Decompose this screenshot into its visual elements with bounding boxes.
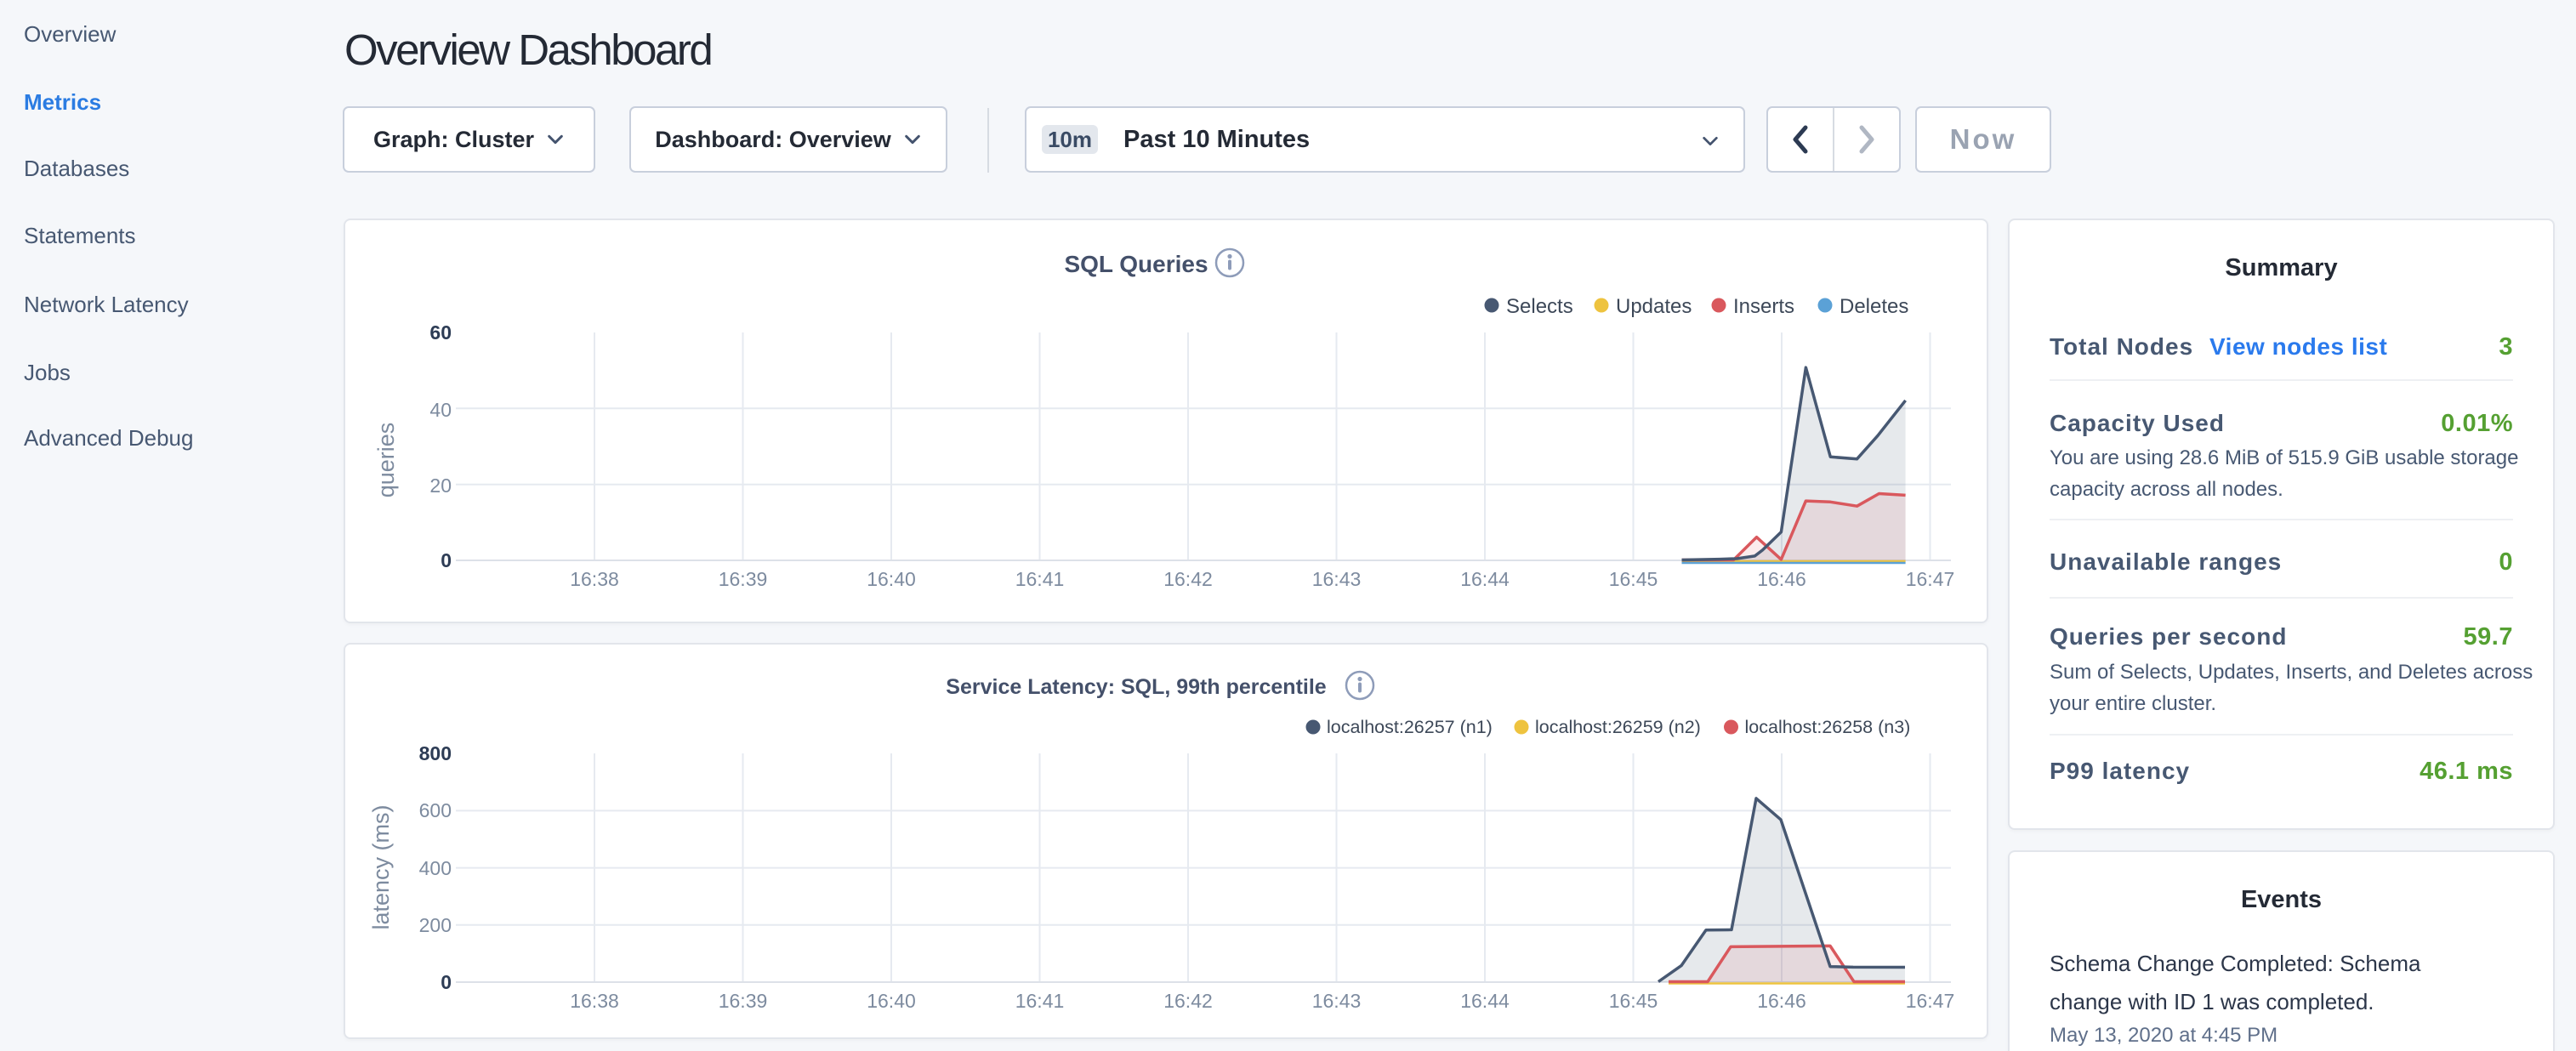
svg-text:60: 60 — [429, 321, 452, 344]
svg-text:16:39: 16:39 — [719, 990, 768, 1012]
svg-text:Selects: Selects — [1506, 295, 1573, 318]
svg-text:16:45: 16:45 — [1609, 568, 1658, 590]
svg-text:Deletes: Deletes — [1840, 295, 1908, 318]
svg-text:Updates: Updates — [1616, 295, 1692, 318]
svg-text:800: 800 — [419, 742, 452, 764]
svg-text:0: 0 — [441, 549, 452, 571]
svg-text:SQL Queries: SQL Queries — [1064, 251, 1208, 277]
svg-text:40: 40 — [429, 399, 452, 421]
svg-text:16:42: 16:42 — [1163, 990, 1213, 1012]
svg-text:localhost:26259 (n2): localhost:26259 (n2) — [1535, 717, 1701, 737]
svg-text:16:44: 16:44 — [1460, 990, 1510, 1012]
svg-text:16:47: 16:47 — [1906, 568, 1955, 590]
svg-text:16:41: 16:41 — [1015, 990, 1065, 1012]
svg-text:20: 20 — [429, 474, 452, 497]
svg-text:16:46: 16:46 — [1757, 568, 1806, 590]
svg-text:600: 600 — [419, 799, 452, 821]
svg-text:Service Latency: SQL, 99th per: Service Latency: SQL, 99th percentile — [946, 675, 1326, 699]
svg-text:16:38: 16:38 — [570, 568, 619, 590]
svg-text:localhost:26257 (n1): localhost:26257 (n1) — [1327, 717, 1493, 737]
svg-text:16:38: 16:38 — [570, 990, 619, 1012]
svg-text:400: 400 — [419, 857, 452, 879]
svg-text:16:41: 16:41 — [1015, 568, 1065, 590]
svg-text:16:42: 16:42 — [1163, 568, 1213, 590]
svg-text:16:43: 16:43 — [1312, 990, 1362, 1012]
svg-text:16:45: 16:45 — [1609, 990, 1658, 1012]
svg-text:16:46: 16:46 — [1757, 990, 1806, 1012]
svg-text:16:40: 16:40 — [867, 990, 916, 1012]
svg-text:16:44: 16:44 — [1460, 568, 1510, 590]
svg-text:200: 200 — [419, 914, 452, 936]
svg-text:latency (ms): latency (ms) — [368, 804, 394, 929]
svg-text:queries: queries — [373, 423, 399, 498]
svg-text:Inserts: Inserts — [1733, 295, 1794, 318]
svg-text:0: 0 — [441, 971, 452, 993]
svg-text:16:47: 16:47 — [1906, 990, 1955, 1012]
svg-text:16:40: 16:40 — [867, 568, 916, 590]
svg-text:16:43: 16:43 — [1312, 568, 1362, 590]
svg-text:16:39: 16:39 — [719, 568, 768, 590]
svg-text:localhost:26258 (n3): localhost:26258 (n3) — [1745, 717, 1911, 737]
